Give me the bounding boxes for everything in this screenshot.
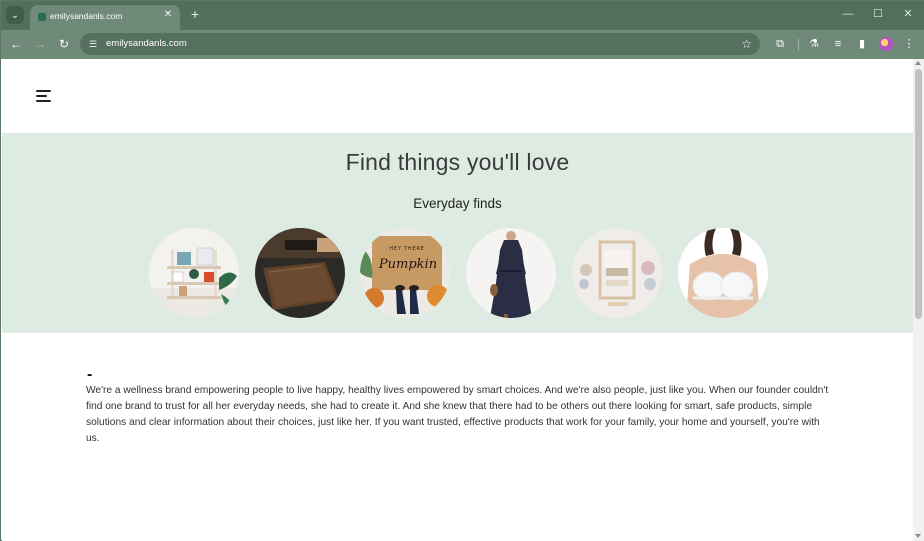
new-tab-button[interactable]: +: [188, 7, 202, 21]
maximize-icon: ☐: [873, 8, 883, 20]
section-dash: -: [87, 366, 93, 383]
favicon-icon: [38, 13, 46, 21]
kebab-menu-icon[interactable]: ⋮: [901, 36, 917, 52]
about-text: We're a wellness brand empowering people…: [86, 385, 829, 444]
flask-icon[interactable]: ⚗: [806, 36, 822, 52]
hamburger-menu-icon[interactable]: [36, 90, 51, 102]
queue-icon[interactable]: ≡: [830, 36, 846, 52]
tab-title: emilysandanls.com: [50, 11, 123, 21]
side-panel-icon[interactable]: ▮: [854, 36, 870, 52]
hero-section: Find things you'll love Everyday finds H…: [2, 133, 913, 333]
hero-subtitle: Everyday finds: [413, 196, 502, 211]
doormat-line-1: HEY THERE: [389, 246, 424, 252]
arrow-right-icon: →: [34, 37, 46, 51]
minimize-icon: —: [842, 8, 854, 20]
category-lingerie[interactable]: [678, 228, 768, 318]
tab-search-button[interactable]: ⌄: [6, 6, 24, 24]
scrollbar[interactable]: [913, 59, 924, 541]
about-section: - We're a wellness brand empowering peop…: [2, 333, 913, 541]
reload-button[interactable]: ↻: [56, 36, 72, 52]
scroll-down-arrow-icon[interactable]: [915, 534, 921, 538]
back-button[interactable]: ←: [8, 36, 24, 52]
toolbar-divider: [798, 39, 799, 51]
plus-icon: +: [190, 6, 200, 22]
scroll-thumb[interactable]: [915, 69, 922, 319]
arrow-left-icon: ←: [10, 37, 22, 51]
reload-icon: ↻: [58, 37, 70, 51]
minimize-button[interactable]: —: [841, 7, 855, 21]
hero-title: Find things you'll love: [345, 149, 570, 175]
avatar[interactable]: [879, 37, 893, 51]
star-icon[interactable]: ☆: [741, 36, 752, 52]
site-header: [2, 59, 913, 133]
address-bar[interactable]: ☰ emilysandanls.com ☆: [80, 33, 760, 55]
url-text: emilysandanls.com: [106, 38, 187, 49]
category-wallet[interactable]: [255, 228, 345, 318]
active-tab[interactable]: emilysandanls.com ✕: [30, 5, 180, 30]
web-page: Find things you'll love Everyday finds H…: [2, 59, 913, 541]
maximize-button[interactable]: ☐: [871, 7, 885, 21]
puzzle-icon[interactable]: ⧉: [772, 36, 788, 52]
close-icon[interactable]: ✕: [162, 9, 174, 21]
category-dress[interactable]: [466, 228, 556, 318]
close-window-button[interactable]: ✕: [901, 7, 915, 21]
browser-window: ⌄ emilysandanls.com ✕ + — ☐ ✕ ← → ↻ ☰ em…: [0, 0, 924, 541]
doormat-line-2: Pumpkin: [378, 257, 437, 272]
browser-toolbar: ← → ↻ ☰ emilysandanls.com ☆ ⧉ ⚗ ≡ ▮ ⋮: [1, 30, 924, 59]
chevron-down-icon: ⌄: [10, 9, 20, 21]
close-icon: ✕: [903, 8, 913, 20]
category-home-shelf[interactable]: [149, 228, 239, 318]
category-doormat[interactable]: HEY THERE Pumpkin: [360, 228, 450, 318]
tab-strip: ⌄ emilysandanls.com ✕ + — ☐ ✕: [1, 1, 924, 30]
tune-icon[interactable]: ☰: [86, 37, 100, 51]
category-craft-kit[interactable]: [572, 228, 662, 318]
forward-button[interactable]: →: [32, 36, 48, 52]
scroll-up-arrow-icon[interactable]: [915, 61, 921, 65]
